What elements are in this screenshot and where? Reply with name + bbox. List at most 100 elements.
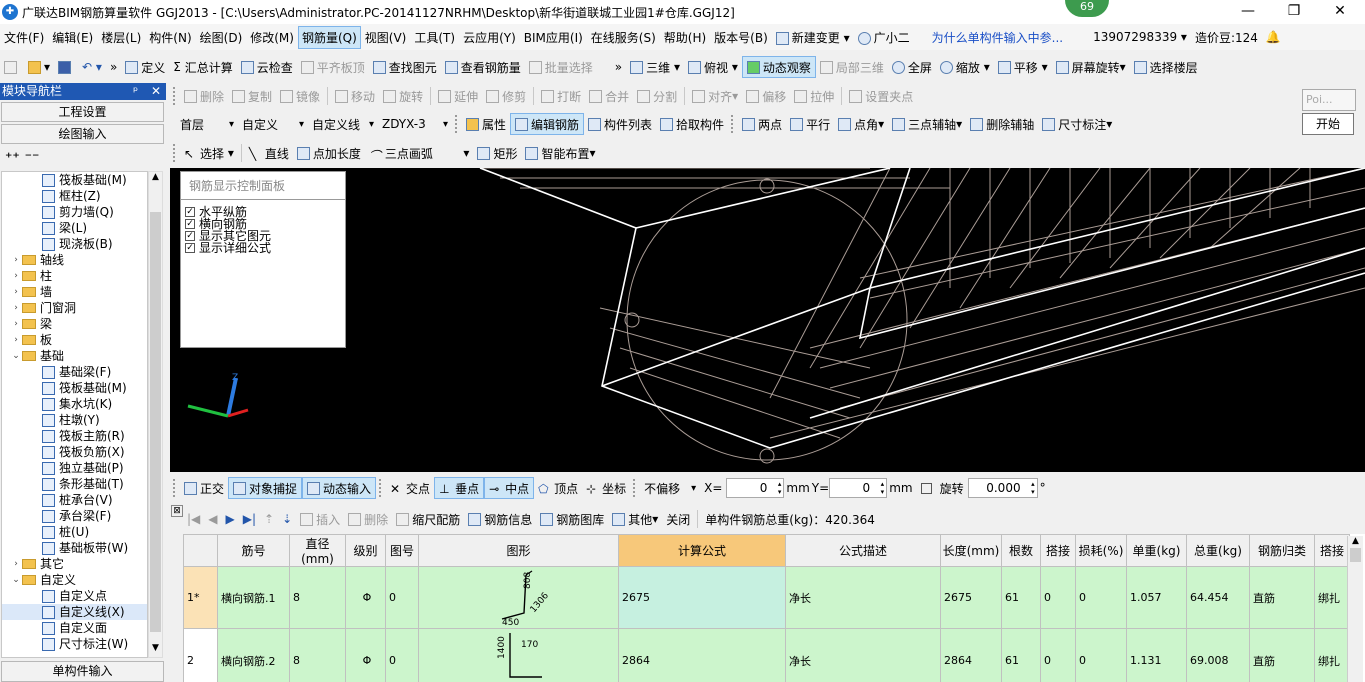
three-point-axis-button[interactable]: 三点辅轴 ▾ xyxy=(888,113,966,135)
rectangle-button[interactable]: 矩形 xyxy=(473,142,521,164)
component-list-button[interactable]: 构件列表 xyxy=(584,113,656,135)
drawing-input-button[interactable]: 绘图输入 xyxy=(1,124,164,144)
offset-select[interactable]: 不偏移 xyxy=(640,478,700,498)
top-view-button[interactable]: 俯视 ▾ xyxy=(684,56,742,78)
3d-viewport[interactable]: Z xyxy=(170,168,1365,472)
spinner-icon[interactable]: ▴ ▾ xyxy=(881,480,885,496)
tree-folder[interactable]: › 板 xyxy=(2,332,147,348)
last-record-icon[interactable]: ▶| xyxy=(239,508,260,530)
expand-icon[interactable]: › xyxy=(10,332,22,348)
midpoint-button[interactable]: ⊸ 中点 xyxy=(484,477,535,499)
close-grid-button[interactable]: 关闭 xyxy=(662,508,694,530)
tree-item[interactable]: 桩承台(V) xyxy=(2,492,147,508)
vertex-button[interactable]: ⬠ 顶点 xyxy=(534,477,582,499)
expand-icon[interactable]: › xyxy=(10,556,22,572)
delete-button[interactable]: 删除 xyxy=(180,85,228,107)
spinner-icon[interactable]: ▴ ▾ xyxy=(778,480,782,496)
start-button[interactable]: 开始 xyxy=(1302,113,1354,135)
table-row[interactable]: 1* 横向钢筋.1 8 Φ 0 808 1306 450 2675 净长 267… xyxy=(183,566,1350,629)
col-formula[interactable]: 计算公式 xyxy=(618,534,786,567)
pin-icon[interactable]: ᵖ xyxy=(133,83,138,100)
batch-select-button[interactable]: 批量选择 xyxy=(525,56,597,78)
tree-folder[interactable]: ⌄ 基础 xyxy=(2,348,147,364)
tree-folder[interactable]: › 轴线 xyxy=(2,252,147,268)
align-slab-top-button[interactable]: 平齐板顶 xyxy=(297,56,369,78)
tree-folder[interactable]: › 门窗洞 xyxy=(2,300,147,316)
expand-icon[interactable]: › xyxy=(10,300,22,316)
offset-button[interactable]: 偏移 xyxy=(742,85,790,107)
checkbox-icon[interactable]: ✓ xyxy=(185,243,195,253)
tree-item[interactable]: 现浇板(B) xyxy=(2,236,147,252)
tree-item[interactable]: 筏板负筋(X) xyxy=(2,444,147,460)
collapse-icon[interactable]: ⌄ xyxy=(10,348,22,364)
maximize-button[interactable]: ❐ xyxy=(1271,0,1317,24)
dimension-button[interactable]: 尺寸标注 ▾ xyxy=(1038,113,1116,135)
parallel-button[interactable]: 平行 xyxy=(786,113,834,135)
expand-icon[interactable]: › xyxy=(10,252,22,268)
grid-scrollbar[interactable]: ▲ xyxy=(1347,536,1363,682)
menu-help[interactable]: 帮助(H) xyxy=(660,29,710,46)
col-figure-no[interactable]: 图号 xyxy=(385,534,419,567)
expand-all-icon[interactable]: ⁺⁺ ⁻⁻ xyxy=(5,150,39,166)
menu-version[interactable]: 版本号(B) xyxy=(710,29,772,46)
find-element-button[interactable]: 查找图元 xyxy=(369,56,441,78)
tree-item[interactable]: 自定义线(X) xyxy=(2,604,147,620)
next-record-icon[interactable]: ▶ xyxy=(222,508,239,530)
tree-item[interactable]: 集水坑(K) xyxy=(2,396,147,412)
summary-calc-button[interactable]: Σ 汇总计算 xyxy=(169,56,236,78)
close-button[interactable]: ✕ xyxy=(1317,0,1363,24)
cloud-check-button[interactable]: 云检查 xyxy=(237,56,297,78)
tree-item[interactable]: 筏板主筋(R) xyxy=(2,428,147,444)
two-points-button[interactable]: 两点 xyxy=(738,113,786,135)
col-formula-desc[interactable]: 公式描述 xyxy=(785,534,941,567)
col-lap-type[interactable]: 搭接 xyxy=(1314,534,1350,567)
object-snap-button[interactable]: 对象捕捉 xyxy=(228,477,303,499)
line-button[interactable]: ╲ 直线 xyxy=(245,142,293,164)
rotate-button[interactable]: 旋转 xyxy=(379,85,427,107)
col-count[interactable]: 根数 xyxy=(1001,534,1041,567)
smart-layout-button[interactable]: 智能布置 ▾ xyxy=(521,142,599,164)
scroll-thumb[interactable] xyxy=(150,212,161,632)
point-angle-button[interactable]: 点角 ▾ xyxy=(834,113,888,135)
mirror-button[interactable]: 镜像 xyxy=(276,85,324,107)
expand-icon[interactable]: › xyxy=(10,316,22,332)
checkbox-icon[interactable]: ✓ xyxy=(185,231,195,241)
tree-folder[interactable]: ⌄ 自定义 xyxy=(2,572,147,588)
zoom-button[interactable]: 缩放 ▾ xyxy=(936,56,994,78)
three-point-arc-button[interactable]: ⌒ 三点画弧 ▾ xyxy=(365,142,474,164)
tree-folder[interactable]: › 其它 xyxy=(2,556,147,572)
insert-button[interactable]: 插入 xyxy=(296,508,344,530)
menu-file[interactable]: 文件(F) xyxy=(0,29,48,46)
coordinate-button[interactable]: ⊹ 坐标 xyxy=(582,477,630,499)
merge-button[interactable]: 合并 xyxy=(585,85,633,107)
bell-icon[interactable]: 🔔 xyxy=(1262,30,1285,44)
x-input[interactable]: 0 ▴ ▾ xyxy=(726,478,785,498)
intersection-button[interactable]: ✕ 交点 xyxy=(386,477,434,499)
align-button[interactable]: 对齐 ▾ xyxy=(688,85,742,107)
table-row[interactable]: 2 横向钢筋.2 8 Φ 0 1400 170 1244 2864 净长 286… xyxy=(183,628,1350,682)
copy-button[interactable]: 复制 xyxy=(228,85,276,107)
perpendicular-button[interactable]: ⊥ 垂点 xyxy=(434,477,485,499)
component-select[interactable]: ZDYX-3 xyxy=(378,114,452,134)
menu-view[interactable]: 视图(V) xyxy=(361,29,411,46)
close-panel-icon[interactable]: ✕ xyxy=(151,83,161,100)
rebar-library-button[interactable]: 钢筋图库 xyxy=(536,508,608,530)
col-grade[interactable]: 级别 xyxy=(345,534,386,567)
rebar-shape-cell[interactable]: 1400 170 1244 xyxy=(418,628,619,682)
col-total-weight[interactable]: 总重(kg) xyxy=(1186,534,1250,567)
screen-rotate-button[interactable]: 屏幕旋转 ▾ xyxy=(1052,56,1130,78)
menu-component[interactable]: 构件(N) xyxy=(145,29,195,46)
tree-item[interactable]: 框柱(Z) xyxy=(2,188,147,204)
trim-button[interactable]: 修剪 xyxy=(482,85,530,107)
menu-online[interactable]: 在线服务(S) xyxy=(587,29,660,46)
rebar-shape-cell[interactable]: 808 1306 450 xyxy=(418,566,619,629)
col-shape[interactable]: 图形 xyxy=(418,534,619,567)
menu-cloud[interactable]: 云应用(Y) xyxy=(459,29,520,46)
expand-icon[interactable]: › xyxy=(10,268,22,284)
tree-item[interactable]: 独立基础(P) xyxy=(2,460,147,476)
tree-item[interactable]: 基础板带(W) xyxy=(2,540,147,556)
checkbox-icon[interactable]: ✓ xyxy=(185,207,195,217)
minimize-button[interactable]: — xyxy=(1225,0,1271,24)
tree-item[interactable]: 筏板基础(M) xyxy=(2,172,147,188)
menu-rebar[interactable]: 钢筋量(Q) xyxy=(297,25,361,49)
